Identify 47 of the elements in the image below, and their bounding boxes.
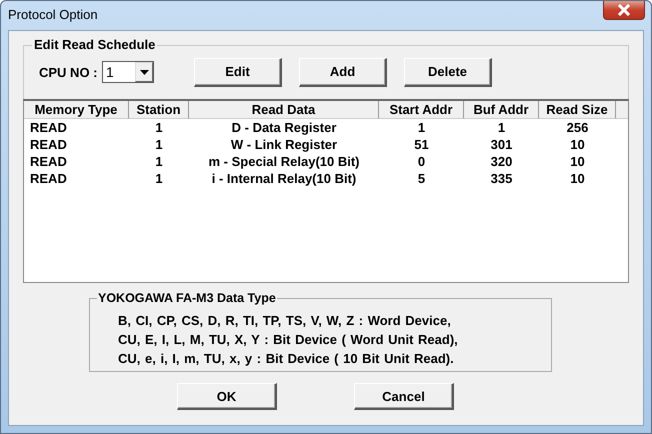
cpu-dropdown[interactable]: 1 xyxy=(102,61,154,83)
close-icon xyxy=(617,4,631,16)
table-cell: m - Special Relay(10 Bit) xyxy=(208,154,360,169)
table-cell: 10 xyxy=(570,154,585,169)
table-cell: 10 xyxy=(570,137,585,152)
table-cell: 10 xyxy=(570,171,585,186)
close-button[interactable] xyxy=(603,1,645,20)
info-text: CU, E, I, L, M, TU, X, Y : Bit Device ( Word Unit Read), xyxy=(118,331,459,349)
dialog-button[interactable]: Cancel xyxy=(354,383,454,410)
table-cell: 1 xyxy=(155,120,163,135)
column-header[interactable]: Station xyxy=(129,101,189,119)
action-button[interactable]: Delete xyxy=(404,58,492,86)
table-cell: 320 xyxy=(490,154,512,169)
table-cell: 1 xyxy=(418,120,426,135)
info-text: CU, e, i, I, m, TU, x, y : Bit Device ( 10 Bit Unit Read). xyxy=(118,350,455,368)
table-cell: 1 xyxy=(155,171,163,186)
table-cell: D - Data Register xyxy=(232,120,336,135)
table-cell: 1 xyxy=(498,120,506,135)
table-cell: 0 xyxy=(418,154,426,169)
group-title: Edit Read Schedule xyxy=(32,37,158,52)
caret-icon xyxy=(140,70,148,74)
table-cell: READ xyxy=(30,171,67,186)
info-text: B, CI, CP, CS, D, R, TI, TP, TS, V, W, Z : Word Device, xyxy=(118,312,452,330)
table-cell: READ xyxy=(30,120,67,135)
window-title: Protocol Option xyxy=(8,7,98,22)
column-header[interactable]: Buf Addr xyxy=(464,101,539,119)
table-cell: READ xyxy=(30,154,67,169)
table-cell: i - Internal Relay(10 Bit) xyxy=(212,171,356,186)
column-header[interactable]: Memory Type xyxy=(24,101,129,119)
table-cell: 51 xyxy=(414,137,429,152)
table-cell: 256 xyxy=(566,120,588,135)
column-header xyxy=(616,101,628,119)
group-title: YOKOGAWA FA-M3 Data Type xyxy=(97,291,277,305)
column-header[interactable]: Start Addr xyxy=(379,101,464,119)
table-cell: 335 xyxy=(490,171,512,186)
table-cell: W - Link Register xyxy=(230,137,338,152)
dialog-button[interactable]: OK xyxy=(177,383,277,410)
table-cell: 1 xyxy=(155,137,163,152)
table-cell: 1 xyxy=(155,154,163,169)
table-cell: 5 xyxy=(418,171,426,186)
column-header[interactable]: Read Size xyxy=(539,101,616,119)
table-cell: READ xyxy=(30,137,67,152)
action-button[interactable]: Edit xyxy=(194,58,282,86)
cpu-label: CPU NO : xyxy=(39,64,95,80)
table-cell: 301 xyxy=(490,137,512,152)
column-header[interactable]: Read Data xyxy=(189,101,379,119)
action-button[interactable]: Add xyxy=(299,58,387,86)
